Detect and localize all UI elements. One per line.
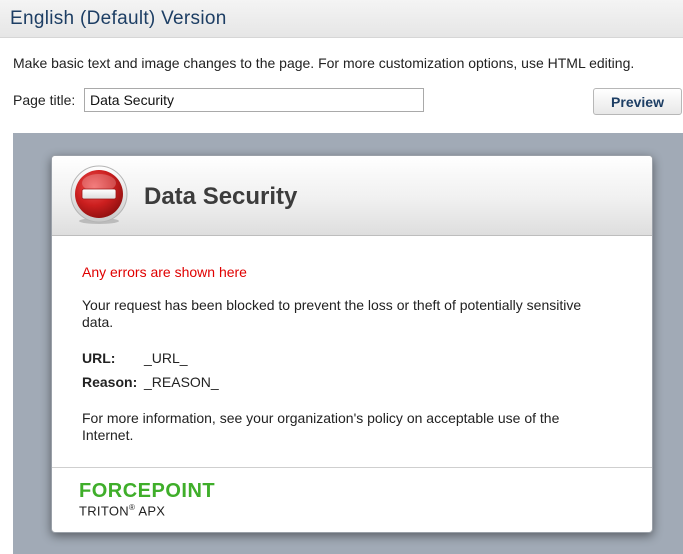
error-message: Any errors are shown here — [82, 264, 247, 280]
blocked-message: Your request has been blocked to prevent… — [82, 297, 582, 330]
preview-button[interactable]: Preview — [593, 88, 682, 115]
reason-value: _REASON_ — [144, 374, 219, 390]
url-value: _URL_ — [144, 350, 188, 366]
product-name: TRITON® APX — [79, 503, 165, 518]
policy-info-text: For more information, see your organizat… — [82, 410, 560, 443]
instructions-text: Make basic text and image changes to the… — [13, 55, 635, 71]
footer-divider — [52, 467, 652, 468]
product-suffix: APX — [135, 503, 166, 519]
page-header-title: English (Default) Version — [10, 8, 227, 29]
page-title-input[interactable] — [84, 88, 424, 112]
reason-label: Reason: — [82, 374, 138, 390]
block-page-header: Data Security — [52, 156, 652, 236]
forcepoint-logo: FORCEPOINT — [79, 480, 216, 502]
block-page-card: Data Security Any errors are shown here … — [51, 155, 653, 533]
page-title-label: Page title: — [13, 92, 76, 108]
header-bar: English (Default) Version — [0, 0, 683, 38]
block-page-title: Data Security — [144, 183, 298, 210]
url-label: URL: — [82, 350, 116, 366]
stop-icon — [68, 164, 130, 226]
product-name-text: TRITON — [79, 503, 129, 519]
